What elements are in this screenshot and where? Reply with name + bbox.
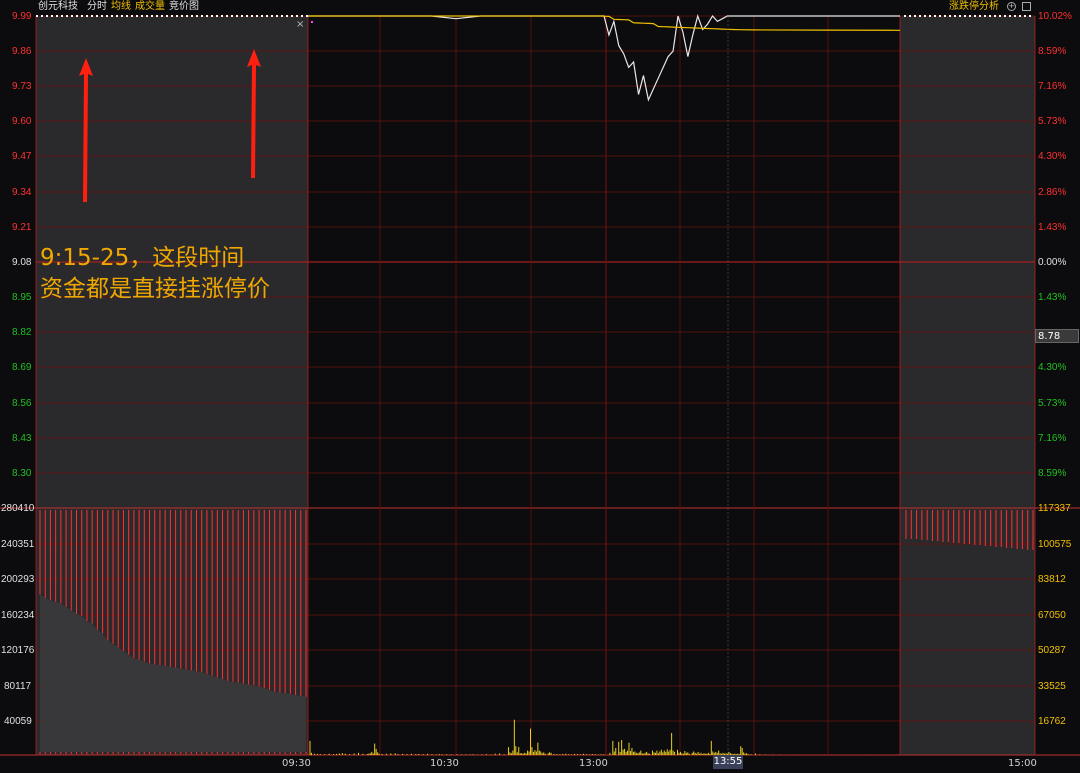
price-tick: 8.43: [12, 433, 32, 444]
window-icon[interactable]: [1022, 2, 1031, 11]
annotation-text: 9:15-25，这段时间 资金都是直接挂涨停价: [40, 243, 270, 305]
pct-tick: 10.02%: [1038, 11, 1072, 22]
pct-tick: 8.59%: [1038, 46, 1067, 57]
prev-close-tick: 9.08: [12, 257, 32, 268]
current-price-tag: 8.78: [1035, 329, 1079, 343]
volume-tick: 280410: [1, 503, 35, 514]
price-line: [308, 13, 900, 102]
volume-tick: 160234: [1, 610, 35, 621]
price-tick: 8.69: [12, 362, 32, 373]
price-tick: 8.82: [12, 327, 32, 338]
pct-tick: 7.16%: [1038, 433, 1067, 444]
price-tick: 9.34: [12, 187, 32, 198]
time-tick: 10:30: [430, 758, 459, 769]
price-tick: 9.86: [12, 46, 32, 57]
tab-avg-line[interactable]: 均线: [111, 1, 131, 13]
price-tick: 8.56: [12, 398, 32, 409]
pct-tick: 1.43%: [1038, 292, 1067, 303]
pct-tick: 1.43%: [1038, 222, 1067, 233]
stock-name: 创元科技: [38, 1, 78, 12]
tab-volume[interactable]: 成交量: [135, 1, 165, 13]
price-tick: 8.95: [12, 292, 32, 303]
limit-analysis-button[interactable]: 涨跌停分析: [949, 1, 999, 13]
volume-tick: 120176: [1, 645, 35, 656]
pct-tick: 2.86%: [1038, 187, 1067, 198]
price-tick: 8.30: [12, 468, 32, 479]
tab-auction-chart[interactable]: 竞价图: [169, 1, 199, 13]
pct-tick: 7.16%: [1038, 81, 1067, 92]
volume-tick: 200293: [1, 574, 35, 585]
volume-tick-right: 67050: [1038, 610, 1066, 621]
pct-tick: 5.73%: [1038, 398, 1067, 409]
pct-tick: 5.73%: [1038, 116, 1067, 127]
tab-minute-chart[interactable]: 分时: [87, 1, 107, 13]
chart-svg: [0, 13, 1080, 756]
pct-zero-tick: 0.00%: [1038, 257, 1067, 268]
volume-tick-right: 83812: [1038, 574, 1066, 585]
volume-tick-right: 50287: [1038, 645, 1066, 656]
price-tick: 9.47: [12, 151, 32, 162]
limit-marker-dot: [311, 21, 313, 23]
volume-tick-right: 33525: [1038, 681, 1066, 692]
close-icon[interactable]: ×: [296, 19, 304, 30]
annotation-line-1: 9:15-25，这段时间: [40, 245, 245, 271]
auction-panel-close: [900, 16, 1035, 755]
price-tick: 9.60: [12, 116, 32, 127]
annotation-line-2: 资金都是直接挂涨停价: [40, 276, 270, 302]
add-icon[interactable]: +: [1007, 2, 1016, 11]
price-tick: 9.99: [12, 11, 32, 22]
crosshair-time-label: 13:55: [713, 755, 743, 769]
volume-tick-right: 100575: [1038, 539, 1072, 550]
intraday-chart[interactable]: 创元科技 分时 均线 成交量 竞价图 涨跌停分析 + × 9.99 9.86 9…: [0, 0, 1080, 773]
pct-tick: 8.59%: [1038, 468, 1067, 479]
time-tick: 15:00: [1008, 758, 1037, 769]
pct-tick: 4.30%: [1038, 151, 1067, 162]
time-tick: 09:30: [282, 758, 311, 769]
time-tick: 13:00: [579, 758, 608, 769]
volume-tick: 40059: [4, 716, 32, 727]
volume-tick-right: 16762: [1038, 716, 1066, 727]
pct-tick: 4.30%: [1038, 362, 1067, 373]
price-tick: 9.73: [12, 81, 32, 92]
volume-tick-right: 117337: [1038, 503, 1071, 514]
volume-tick: 240351: [1, 539, 35, 550]
price-tick: 9.21: [12, 222, 32, 233]
volume-tick: 80117: [4, 681, 32, 692]
